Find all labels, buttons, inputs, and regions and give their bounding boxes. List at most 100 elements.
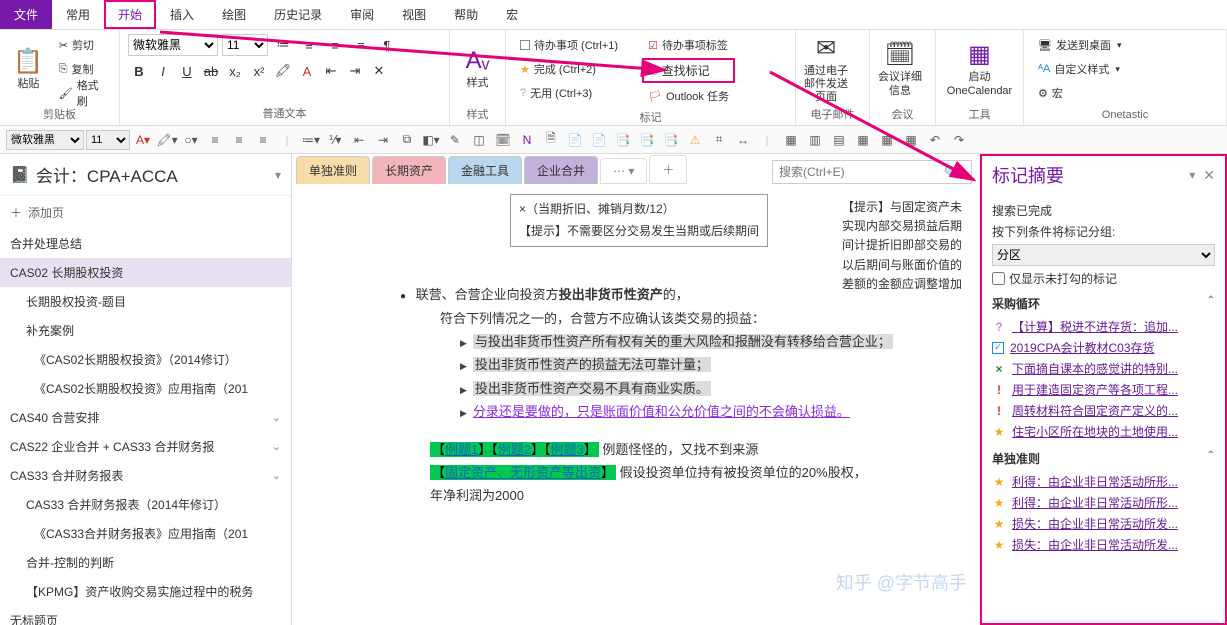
qat-with[interactable]: ⌗ [708,130,730,150]
tag-item[interactable]: ★住宅小区所在地块的土地使用... [992,421,1215,442]
tag-item[interactable]: ★损失：由企业非日常活动所发... [992,534,1215,555]
menu-file[interactable]: 文件 [0,0,52,29]
nav-item[interactable]: CAS33 合并财务报表（2014年修订） [0,490,291,519]
tag-item[interactable]: ?【计算】税进不进存货：追加... [992,316,1215,337]
qat-color[interactable]: ◧▾ [420,130,442,150]
tag-item[interactable]: ×下面摘自课本的感觉讲的特别... [992,358,1215,379]
search-input[interactable] [779,165,940,179]
qat-bullets[interactable]: ≔▾ [300,130,322,150]
tag-item[interactable]: !周转材料符合固定资产定义的... [992,400,1215,421]
nav-item[interactable]: CAS40 合营安排⌄ [0,403,291,432]
tab-add[interactable]: ＋ [649,155,687,184]
nav-item[interactable]: 【KPMG】资产收购交易实施过程中的税务 [0,577,291,606]
menu-review[interactable]: 审阅 [336,0,388,29]
numbering-button[interactable]: ≡ [298,34,320,56]
superscript-button[interactable]: x² [248,60,270,82]
tag-item[interactable]: ★利得：由企业非日常活动所形... [992,471,1215,492]
indent-right-button[interactable]: ⇥ [344,60,366,82]
menu-common[interactable]: 常用 [52,0,104,29]
pilcrow-icon[interactable]: ¶ [376,34,398,56]
tag-item[interactable]: ★损失：由企业非日常活动所发... [992,513,1215,534]
nav-item[interactable]: CAS02 长期股权投资 [0,258,291,287]
qat-crop[interactable]: ⧉ [396,130,418,150]
tab-3[interactable]: 金融工具 [448,156,522,184]
tag-link[interactable]: 【计算】税进不进存货：追加... [1012,318,1215,335]
nav-item[interactable]: 合并处理总结 [0,229,291,258]
tab-2[interactable]: 长期资产 [372,156,446,184]
qat-pg2[interactable]: 📄 [588,130,610,150]
strike-button[interactable]: ab [200,60,222,82]
qat-zoom[interactable]: ↔ [732,130,754,150]
qat-t5[interactable]: ▦ [900,130,922,150]
qat-eraser[interactable]: ◫ [468,130,490,150]
line-spacing-button[interactable]: ≡ [350,34,372,56]
tag-none-button[interactable]: ?无用 (Ctrl+3) [514,82,624,104]
add-page-button[interactable]: ＋ 添加页 [0,196,291,229]
indent-left-button[interactable]: ⇤ [320,60,342,82]
qat-highlight[interactable]: 🖍▾ [156,130,178,150]
tag-done-button[interactable]: ★完成 (Ctrl+2) [514,58,624,80]
qat-pg4[interactable]: 📑 [636,130,658,150]
menu-history[interactable]: 历史记录 [260,0,336,29]
nav-item[interactable]: 补充案例 [0,316,291,345]
tag-link[interactable]: 损失：由企业非日常活动所发... [1012,536,1215,553]
font-color-button[interactable]: A [296,60,318,82]
clear-format-button[interactable]: ✕ [368,60,390,82]
onecalendar-button[interactable]: ▦启动OneCalendar [944,34,1015,104]
send-desktop-button[interactable]: 🖥发送到桌面▾ [1032,34,1128,56]
highlight-button[interactable]: 🖍 [272,60,294,82]
tag-link[interactable]: 住宅小区所在地块的土地使用... [1012,423,1215,440]
italic-button[interactable]: I [152,60,174,82]
email-page-button[interactable]: ✉通过电子邮件发送页面 [804,34,848,104]
qat-font-size[interactable]: 11 [86,130,130,150]
link-assets[interactable]: 固定资产、无形资产等出资 [445,465,601,480]
qat-align1[interactable]: ≡ [204,130,226,150]
qat-undo[interactable]: ↶ [924,130,946,150]
nav-item[interactable]: 合并-控制的判断 [0,548,291,577]
custom-style-button[interactable]: ᴬA自定义样式▾ [1032,58,1128,80]
qat-redo[interactable]: ↷ [948,130,970,150]
align-button[interactable]: ≡ [324,34,346,56]
menu-start[interactable]: 开始 [104,0,156,29]
link-ex3[interactable]: 例题3 [551,442,584,457]
nav-item[interactable]: 长期股权投资-题目 [0,287,291,316]
notebook-header[interactable]: 📓 会计：CPA+ACCA ▾ [0,154,291,196]
qat-font-family[interactable]: 微软雅黑 [6,130,84,150]
qat-shape1[interactable]: ○▾ [180,130,202,150]
tag-link[interactable]: 下面摘自课本的感觉讲的特别... [1012,360,1215,377]
tag-group-header[interactable]: 采购循环⌃ [992,295,1215,312]
qat-edit[interactable]: ✎ [444,130,466,150]
only-unchecked-checkbox[interactable] [992,272,1005,285]
qat-indent[interactable]: ⇥ [372,130,394,150]
link-ex2[interactable]: 例题2 [498,442,531,457]
qat-pg1[interactable]: 📄 [564,130,586,150]
tag-link[interactable]: 用于建造固定资产等各项工程... [1012,381,1215,398]
menu-insert[interactable]: 插入 [156,0,208,29]
font-size-select[interactable]: 11 [222,34,268,56]
nav-item[interactable]: CAS22 企业合并 + CAS33 合并财务报⌄ [0,432,291,461]
underline-button[interactable]: U [176,60,198,82]
tag-link[interactable]: 利得：由企业非日常活动所形... [1012,494,1215,511]
qat-align3[interactable]: ≡ [252,130,274,150]
meeting-button[interactable]: 🗓会议详细信息 [878,34,922,104]
qat-onenote[interactable]: N [516,130,538,150]
page-body[interactable]: ×（当期折旧、摊销月数/12） 【提示】不需要区分交易发生当期或后续期间 【提示… [292,184,980,625]
nav-item[interactable]: 《CAS02长期股权投资》（2014修订） [0,345,291,374]
qat-align2[interactable]: ≡ [228,130,250,150]
close-icon[interactable]: ✕ [1203,167,1215,184]
qat-warn[interactable]: ⚠ [684,130,706,150]
tab-more[interactable]: ⋯ ▾ [600,158,647,184]
link-ex1[interactable]: 例题1 [445,442,478,457]
qat-t3[interactable]: ▦ [852,130,874,150]
qat-t2[interactable]: ▤ [828,130,850,150]
nav-item[interactable]: 无标题页 [0,606,291,625]
tag-todo-button[interactable]: 待办事项 (Ctrl+1) [514,34,624,56]
menu-macro[interactable]: 宏 [492,0,532,29]
nav-item[interactable]: 《CAS02长期股权投资》应用指南（201 [0,374,291,403]
styles-button[interactable]: Aᵥ 样式 [458,34,497,104]
tag-link[interactable]: 损失：由企业非日常活动所发... [1012,515,1215,532]
only-unchecked-row[interactable]: 仅显示未打勾的标记 [992,270,1215,287]
qat-doc[interactable]: 🗎 [540,130,562,150]
qat-font-color[interactable]: A▾ [132,130,154,150]
macro-button[interactable]: ⚙宏 [1032,82,1128,104]
